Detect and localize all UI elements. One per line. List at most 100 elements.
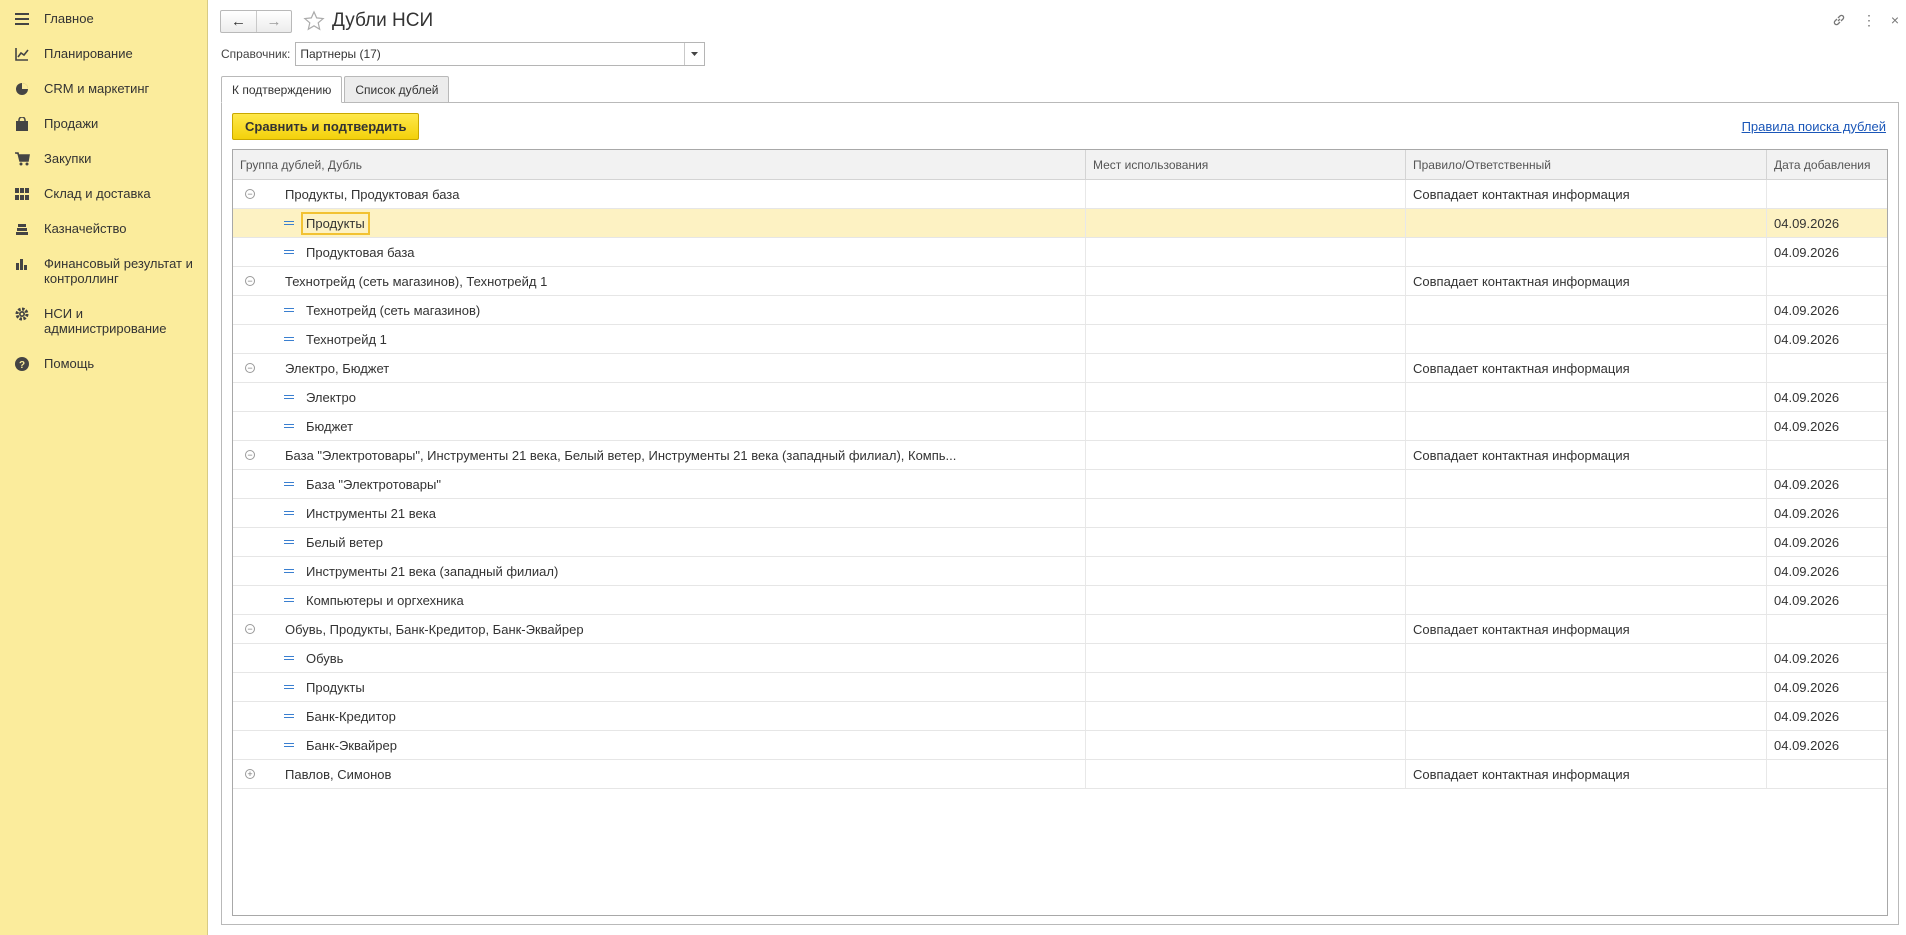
cell-usages	[1086, 499, 1406, 527]
table-row[interactable]: Обувь 04.09.2026	[233, 644, 1887, 673]
collapse-toggle-icon[interactable]: −	[245, 624, 255, 634]
cell-date: 04.09.2026	[1774, 534, 1840, 550]
close-button[interactable]: ×	[1884, 10, 1906, 30]
column-header-group[interactable]: Группа дублей, Дубль	[233, 150, 1086, 179]
tab-panel: Сравнить и подтвердить Правила поиска ду…	[221, 102, 1899, 925]
cell-usages	[1086, 528, 1406, 556]
sidebar-item-treasury[interactable]: Казначейство	[0, 210, 207, 245]
sidebar-item-label: Помощь	[44, 356, 95, 371]
table-row[interactable]: Продуктовая база 04.09.2026	[233, 238, 1887, 267]
table-row[interactable]: Технотрейд (сеть магазинов) 04.09.2026	[233, 296, 1887, 325]
favorite-button[interactable]	[302, 9, 326, 33]
group-row[interactable]: − База "Электротовары", Инструменты 21 ве…	[233, 441, 1887, 470]
cell-name: Инструменты 21 века (западный филиал)	[233, 557, 1086, 585]
cell-date	[1767, 760, 1887, 788]
tab-duplicates-list[interactable]: Список дублей	[344, 76, 450, 103]
sidebar-item-crm[interactable]: CRM и маркетинг	[0, 70, 207, 105]
table-row[interactable]: Продукты 04.09.2026	[233, 673, 1887, 702]
table-row[interactable]: Электро 04.09.2026	[233, 383, 1887, 412]
column-header-rule[interactable]: Правило/Ответственный	[1406, 150, 1767, 179]
table-row[interactable]: Бюджет 04.09.2026	[233, 412, 1887, 441]
collapse-toggle-icon[interactable]: −	[245, 276, 255, 286]
cell-rule: Совпадает контактная информация	[1406, 760, 1767, 788]
collapse-toggle-icon[interactable]: −	[245, 450, 255, 460]
table-row[interactable]: Инструменты 21 века 04.09.2026	[233, 499, 1887, 528]
column-header-usages[interactable]: Мест использования	[1086, 150, 1406, 179]
cell-rule: Совпадает контактная информация	[1406, 615, 1767, 643]
cell-date: 04.09.2026	[1774, 389, 1840, 405]
row-label: Продуктовая база	[306, 244, 415, 260]
more-button[interactable]: ⋮	[1854, 10, 1884, 30]
cell-rule	[1406, 528, 1767, 556]
sidebar-item-nsi[interactable]: НСИ и администрирование	[0, 295, 207, 345]
sidebar-item-planning[interactable]: Планирование	[0, 35, 207, 70]
group-row[interactable]: − Продукты, Продуктовая база Совпадает кон…	[233, 180, 1887, 209]
cell-name: Продуктовая база	[233, 238, 1086, 266]
sidebar-item-purchases[interactable]: Закупки	[0, 140, 207, 175]
cell-name: Электро	[233, 383, 1086, 411]
row-label: Компьютеры и оргхехника	[306, 592, 464, 608]
cell-usages	[1086, 731, 1406, 759]
dropdown-button[interactable]	[684, 43, 704, 65]
group-row[interactable]: − Обувь, Продукты, Банк-Кредитор, Банк-Эк…	[233, 615, 1887, 644]
group-row[interactable]: − Электро, Бюджет Совпадает контактная инф…	[233, 354, 1887, 383]
duplicate-item-icon	[284, 685, 294, 689]
link-button[interactable]	[1824, 10, 1854, 30]
cell-rule	[1406, 383, 1767, 411]
sidebar-item-label: НСИ и администрирование	[44, 306, 167, 336]
sidebar-item-main[interactable]: Главное	[0, 0, 207, 35]
tab-to-confirm[interactable]: К подтверждению	[221, 76, 343, 103]
more-vertical-icon: ⋮	[1862, 11, 1876, 28]
sidebar: Главное Планирование CRM и маркетинг Про…	[0, 0, 208, 935]
cell-name: − Электро, Бюджет	[233, 354, 1086, 382]
cell-rule	[1406, 702, 1767, 730]
sidebar-item-label: Планирование	[44, 46, 133, 61]
table-row[interactable]: Банк-Кредитор 04.09.2026	[233, 702, 1887, 731]
sidebar-item-sales[interactable]: Продажи	[0, 105, 207, 140]
cell-usages	[1086, 470, 1406, 498]
sidebar-item-label: Главное	[44, 11, 94, 26]
table-row[interactable]: Технотрейд 1 04.09.2026	[233, 325, 1887, 354]
cell-date: 04.09.2026	[1774, 331, 1840, 347]
expand-toggle-icon[interactable]: +	[245, 769, 255, 779]
forward-button[interactable]: →	[256, 10, 291, 32]
row-label: Обувь, Продукты, Банк-Кредитор, Банк-Экв…	[285, 621, 584, 637]
table-row[interactable]: Белый ветер 04.09.2026	[233, 528, 1887, 557]
row-label: Продукты, Продуктовая база	[285, 186, 460, 202]
sidebar-item-label: Закупки	[44, 151, 92, 166]
menu-icon	[14, 11, 30, 27]
collapse-toggle-icon[interactable]: −	[245, 189, 255, 199]
table-row[interactable]: Компьютеры и оргхехника 04.09.2026	[233, 586, 1887, 615]
row-label: Обувь	[306, 650, 344, 666]
table-row[interactable]: Банк-Эквайрер 04.09.2026	[233, 731, 1887, 760]
planning-icon	[14, 46, 30, 62]
main-area: ← → Дубли НСИ ⋮ × Справочник: Партнеры (…	[208, 0, 1906, 935]
duplicate-item-icon	[284, 308, 294, 312]
cell-name: + Павлов, Симонов	[233, 760, 1086, 788]
cell-date: 04.09.2026	[1774, 563, 1840, 579]
sidebar-item-warehouse[interactable]: Склад и доставка	[0, 175, 207, 210]
cell-date: 04.09.2026	[1774, 679, 1840, 695]
cell-name: Бюджет	[233, 412, 1086, 440]
cell-date: 04.09.2026	[1774, 215, 1840, 231]
sidebar-item-label: Финансовый результат и контроллинг	[44, 256, 193, 286]
collapse-toggle-icon[interactable]: −	[245, 363, 255, 373]
compare-confirm-button[interactable]: Сравнить и подтвердить	[232, 113, 420, 140]
table-row[interactable]: Продукты 04.09.2026	[233, 209, 1887, 238]
table-row[interactable]: Инструменты 21 века (западный филиал) 04.…	[233, 557, 1887, 586]
row-label: База "Электротовары", Инструменты 21 век…	[285, 447, 957, 463]
column-header-date[interactable]: Дата добавления	[1767, 150, 1887, 179]
cell-usages	[1086, 209, 1406, 237]
duplicate-item-icon	[284, 511, 294, 515]
cell-usages	[1086, 441, 1406, 469]
catalog-select[interactable]: Партнеры (17)	[295, 42, 706, 66]
search-rules-link[interactable]: Правила поиска дублей	[1742, 119, 1886, 134]
sidebar-item-finance[interactable]: Финансовый результат и контроллинг	[0, 245, 207, 295]
group-row[interactable]: − Технотрейд (сеть магазинов), Технотрейд…	[233, 267, 1887, 296]
cell-usages	[1086, 354, 1406, 382]
duplicate-item-icon	[284, 598, 294, 602]
sidebar-item-help[interactable]: ? Помощь	[0, 345, 207, 380]
back-button[interactable]: ←	[221, 11, 256, 32]
table-row[interactable]: База "Электротовары" 04.09.2026	[233, 470, 1887, 499]
group-row[interactable]: + Павлов, Симонов Совпадает контактная инф…	[233, 760, 1887, 789]
